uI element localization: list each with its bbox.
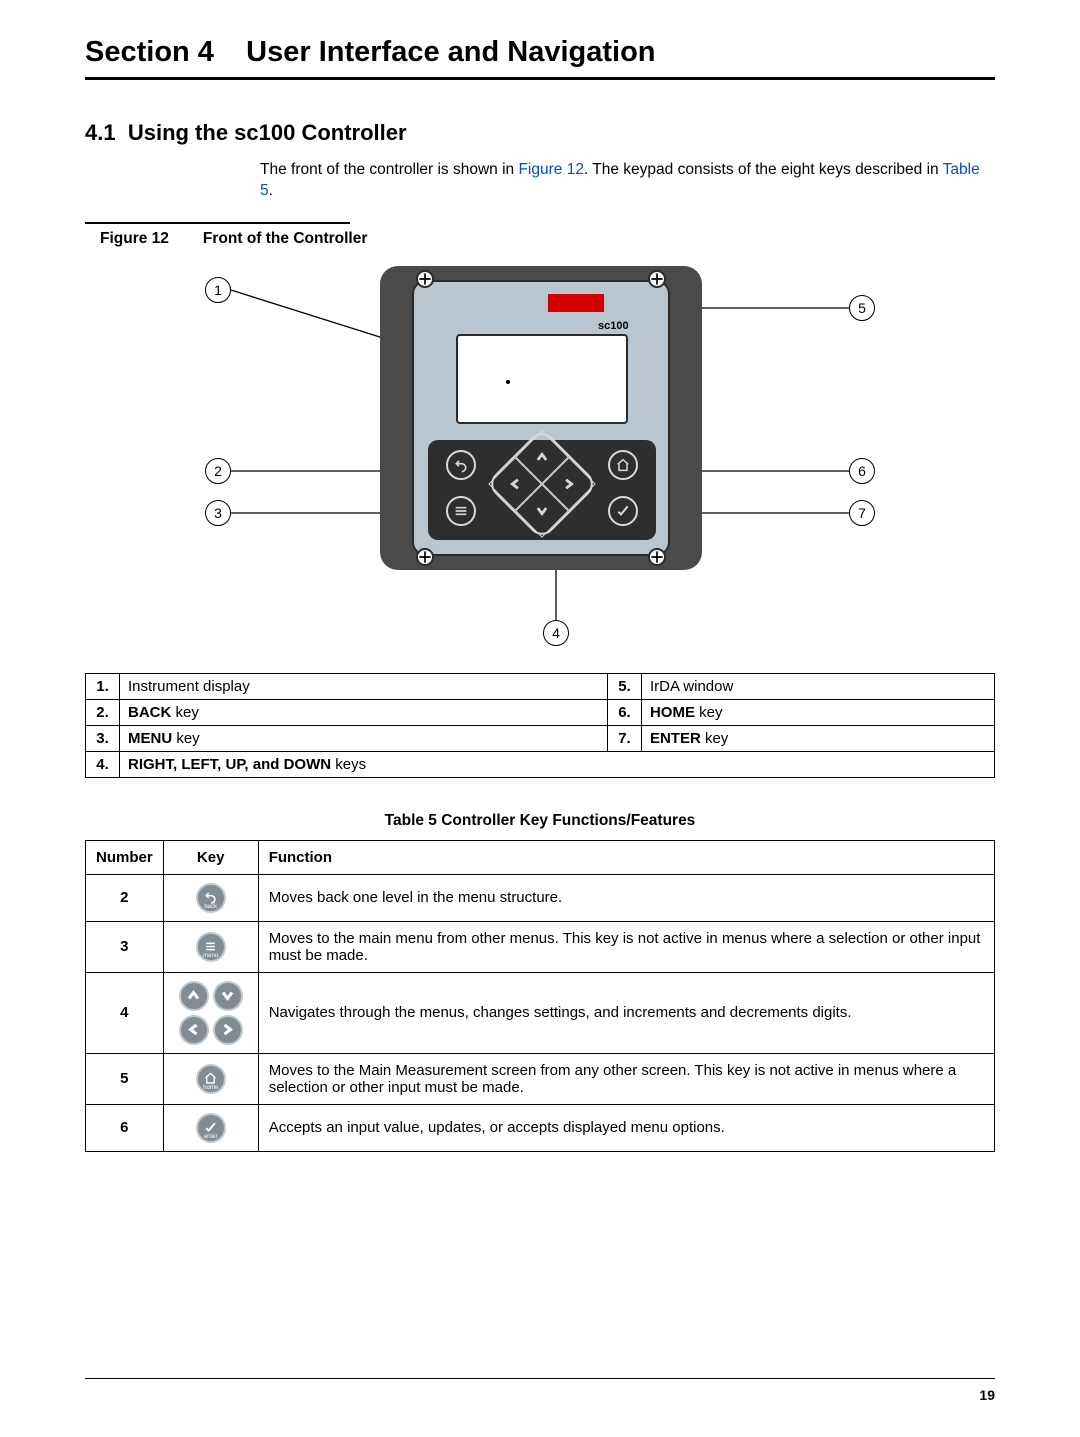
section-label: Section 4 [85,36,214,68]
legend-num: 7. [607,725,641,751]
subsection-heading: Using the sc100 Controller [128,120,407,145]
figure-controller: 1 2 3 4 5 6 7 sc100 [135,266,945,661]
home-key-icon: home [196,1064,226,1094]
col-key-header: Key [163,840,258,874]
legend-num: 4. [86,751,120,777]
intro-text: . The keypad consists of the eight keys … [584,161,943,178]
figure-title: Front of the Controller [203,230,367,247]
row-function: Accepts an input value, updates, or acce… [258,1104,994,1151]
intro-paragraph: The front of the controller is shown in … [260,160,995,202]
col-number-header: Number [86,840,164,874]
legend-num: 6. [607,699,641,725]
screw-icon [648,548,666,566]
legend-label: Instrument display [120,673,608,699]
callout-6: 6 [849,458,875,484]
row-key-icon: home [163,1053,258,1104]
legend-label: IrDA window [641,673,994,699]
legend-num: 2. [86,699,120,725]
direction-pad [485,427,598,540]
callout-4: 4 [543,620,569,646]
home-key-icon [608,450,638,480]
table-row: 5 home Moves to the Main Measurement scr… [86,1053,995,1104]
figure-rule [85,222,350,224]
right-key-icon [213,1015,243,1045]
intro-text: The front of the controller is shown in [260,161,518,178]
table-row: 4 Navigates through the menus, changes s… [86,972,995,1053]
screw-icon [416,548,434,566]
row-function: Moves back one level in the menu structu… [258,874,994,921]
row-number: 2 [86,874,164,921]
legend-label: MENU key [120,725,608,751]
callout-2: 2 [205,458,231,484]
legend-label: BACK key [120,699,608,725]
legend-num: 3. [86,725,120,751]
intro-text: . [269,182,273,199]
enter-key-icon: enter [196,1113,226,1143]
table-row: 2 back Moves back one level in the menu … [86,874,995,921]
irda-window [548,294,604,312]
table-caption: Table 5 Controller Key Functions/Feature… [85,812,995,830]
row-function: Navigates through the menus, changes set… [258,972,994,1053]
menu-key-icon: menu [196,932,226,962]
row-key-icon: menu [163,921,258,972]
subsection-title: 4.1 Using the sc100 Controller [85,120,995,146]
figure-number: Figure 12 [100,230,169,247]
figure-reference-link[interactable]: Figure 12 [518,161,583,178]
footer-rule [85,1378,995,1379]
instrument-display [456,334,628,424]
figure-caption: Figure 12 [85,230,169,248]
row-key-icon: back [163,874,258,921]
row-number: 4 [86,972,164,1053]
screw-icon [648,270,666,288]
back-key-icon [446,450,476,480]
keypad [428,440,656,540]
back-key-icon: back [196,883,226,913]
callout-7: 7 [849,500,875,526]
divider [85,77,995,80]
device-brand-label: sc100 [598,320,629,332]
col-function-header: Function [258,840,994,874]
legend-label: ENTER key [641,725,994,751]
left-key-icon [179,1015,209,1045]
legend-num: 1. [86,673,120,699]
row-key-icon: enter [163,1104,258,1151]
legend-label: RIGHT, LEFT, UP, and DOWN keys [120,751,995,777]
page-number: 19 [979,1387,995,1403]
table-row: 3 menu Moves to the main menu from other… [86,921,995,972]
up-key-icon [179,981,209,1011]
screw-icon [416,270,434,288]
table-row: 6 enter Accepts an input value, updates,… [86,1104,995,1151]
figure-legend-table: 1. Instrument display 5. IrDA window 2. … [85,673,995,778]
figure-caption: Front of the Controller [203,230,367,248]
row-number: 3 [86,921,164,972]
controller-illustration: sc100 [380,266,702,570]
row-function: Moves to the Main Measurement screen fro… [258,1053,994,1104]
page: Section 4 User Interface and Navigation … [0,0,1080,1437]
callout-3: 3 [205,500,231,526]
enter-key-icon [608,496,638,526]
legend-label: HOME key [641,699,994,725]
callout-1: 1 [205,277,231,303]
row-key-icon [163,972,258,1053]
row-number: 5 [86,1053,164,1104]
key-functions-table: Number Key Function 2 back Moves back on… [85,840,995,1152]
section-heading: User Interface and Navigation [246,36,655,68]
down-key-icon [213,981,243,1011]
legend-num: 5. [607,673,641,699]
callout-5: 5 [849,295,875,321]
subsection-num: 4.1 [85,120,116,145]
row-number: 6 [86,1104,164,1151]
section-title: Section 4 User Interface and Navigation [85,36,995,69]
menu-key-icon [446,496,476,526]
row-function: Moves to the main menu from other menus.… [258,921,994,972]
